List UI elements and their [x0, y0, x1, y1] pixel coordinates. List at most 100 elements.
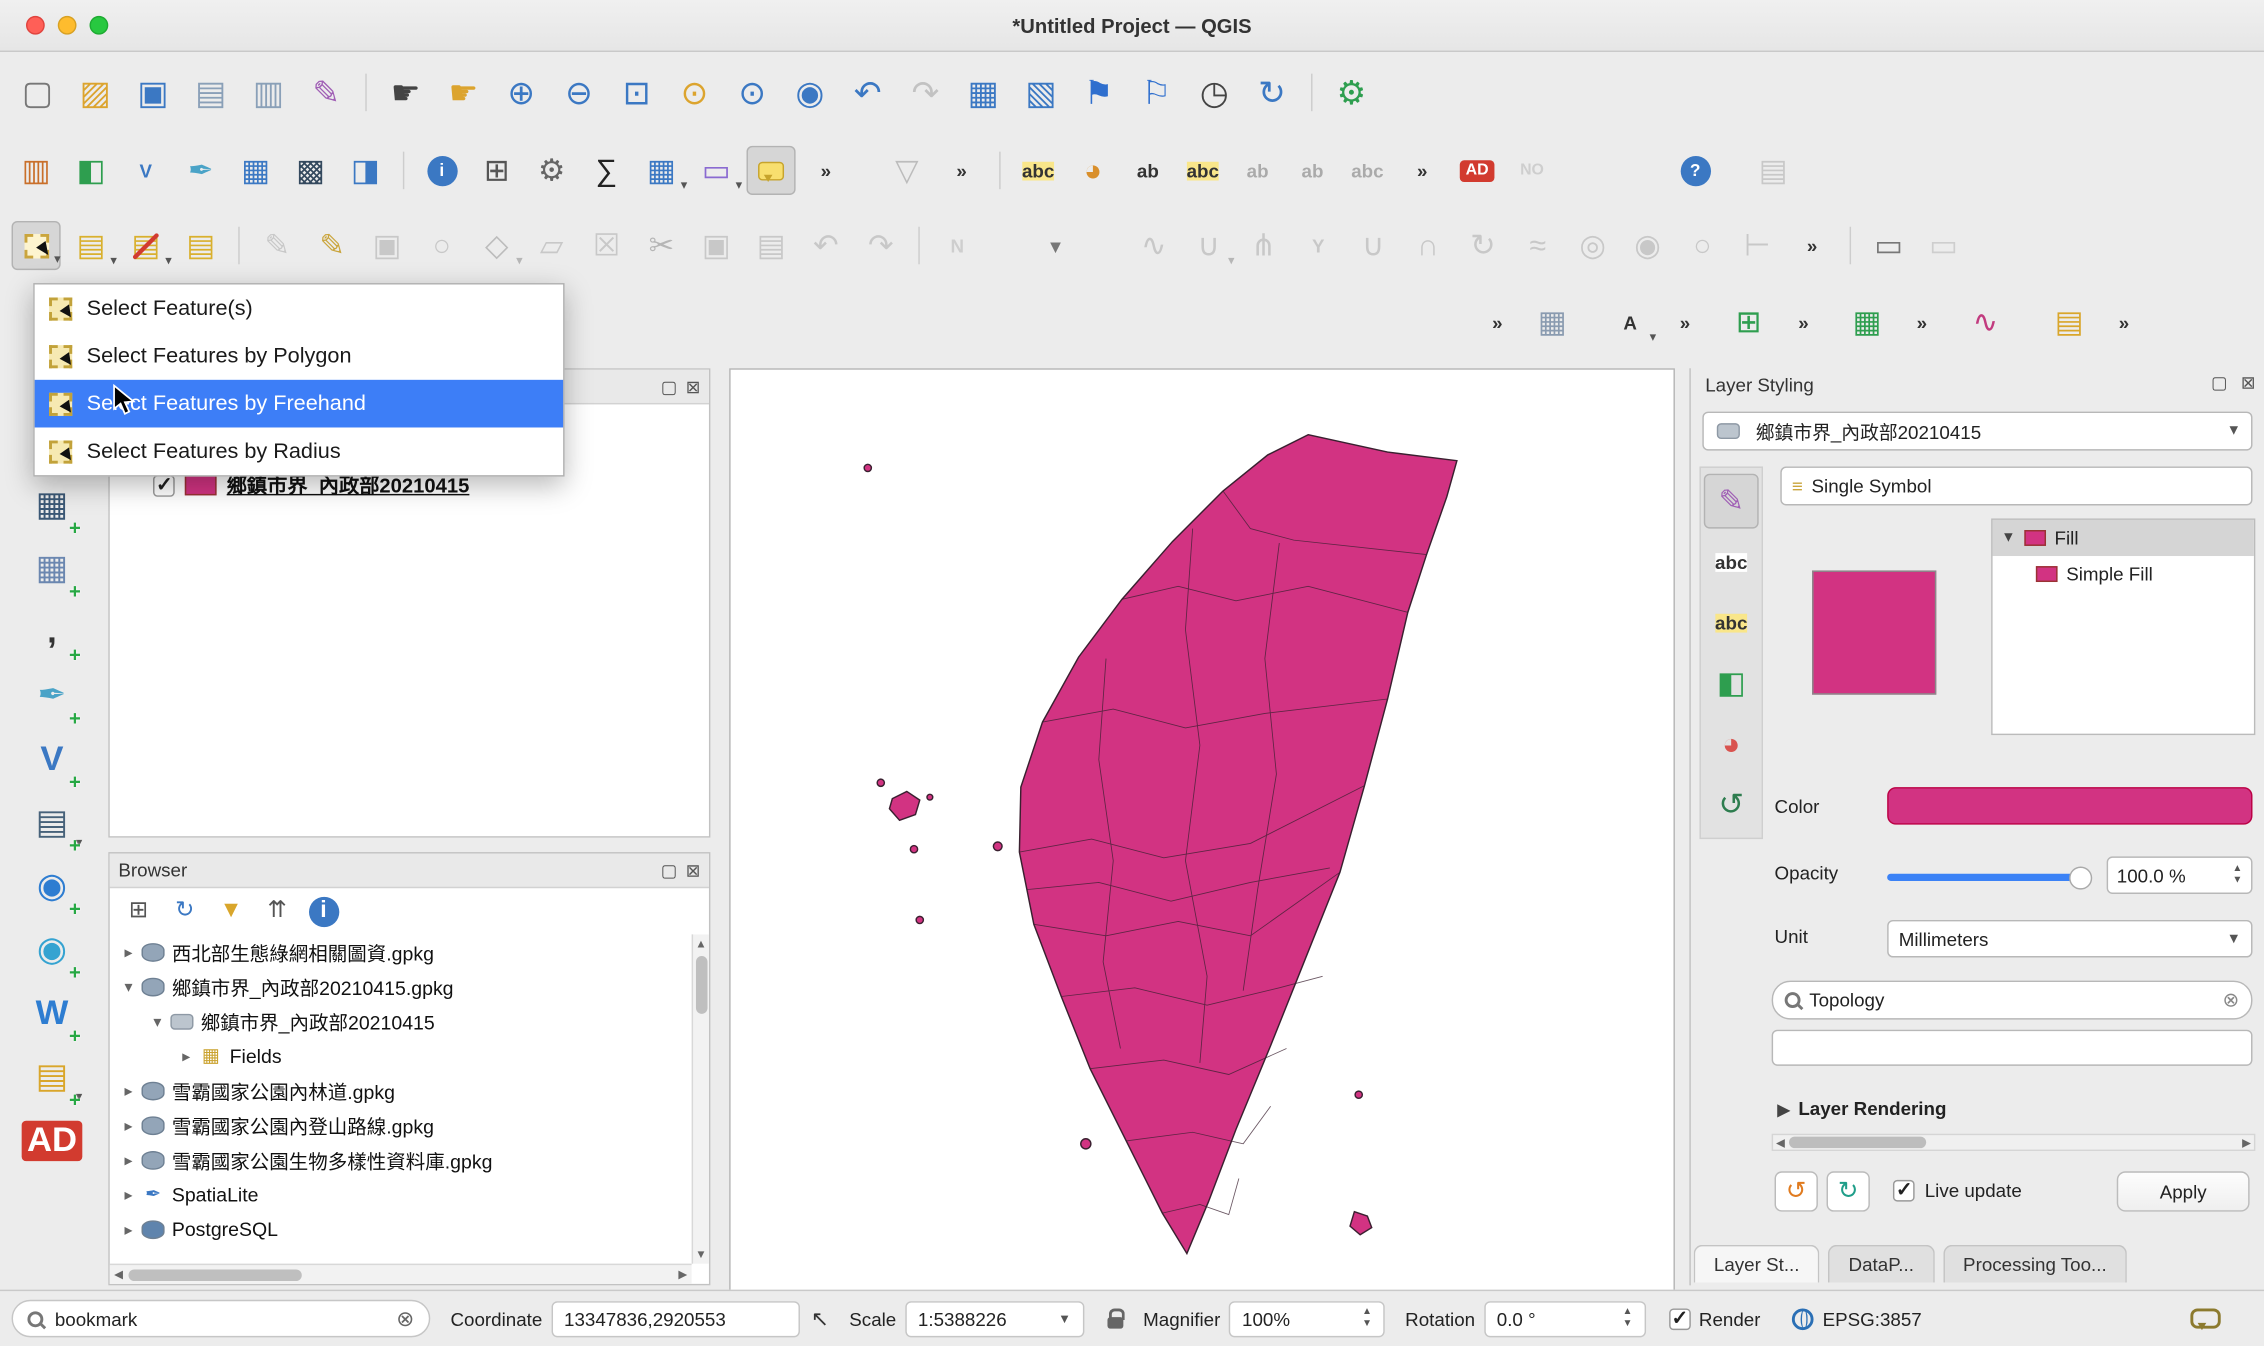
save-layer-edits-icon[interactable]: ▣: [362, 221, 411, 270]
menu-item-select-features-by-radius[interactable]: Select Features by Radius: [35, 427, 563, 475]
expand-arrow-icon[interactable]: ▸: [118, 1220, 138, 1239]
styling-secondary-field[interactable]: [1772, 1030, 2253, 1066]
view-3d-tab-icon[interactable]: ◧: [1704, 656, 1759, 711]
options-icon[interactable]: ⚙: [527, 146, 576, 195]
advanced-digitizing-tools-icon[interactable]: AD: [1453, 146, 1502, 195]
spin-arrows-icon[interactable]: ▲▼: [1362, 1307, 1372, 1329]
toggle-editing-icon[interactable]: ✎: [308, 221, 357, 270]
browser-item[interactable]: ▾鄉鎮市界_內政部20210415: [110, 1004, 692, 1039]
add-virtual-layer-icon[interactable]: V: [23, 731, 81, 789]
browser-item[interactable]: ▾鄉鎮市界_內政部20210415.gpkg: [110, 969, 692, 1004]
plugin-no-icon[interactable]: NO: [1507, 146, 1556, 195]
zoom-native-resolution-icon[interactable]: ◉: [784, 65, 836, 120]
toolbar-overflow-icon[interactable]: »: [937, 146, 986, 195]
chevron-down-icon[interactable]: ▼: [1058, 1311, 1071, 1325]
scale-combobox[interactable]: 1:5388226 ▼: [905, 1301, 1084, 1337]
undo-icon[interactable]: ↶: [801, 221, 850, 270]
color-button[interactable]: [1887, 787, 2252, 825]
float-panel-icon[interactable]: ▢: [661, 376, 677, 396]
history-tab-icon[interactable]: ↺: [1704, 777, 1759, 832]
tab-data-panel[interactable]: DataP...: [1828, 1245, 1934, 1283]
browser-item[interactable]: ▸西北部生態綠網相關圖資.gpkg: [110, 934, 692, 969]
delete-selected-icon[interactable]: ☒: [582, 221, 631, 270]
scrollbar-thumb[interactable]: [695, 956, 707, 1014]
open-attribute-table-icon[interactable]: ▦▾: [637, 146, 686, 195]
split-parts-icon[interactable]: Y: [1294, 221, 1343, 270]
tab-layer-styling[interactable]: Layer St...: [1694, 1245, 1820, 1283]
expand-arrow-icon[interactable]: ▼: [2001, 530, 2015, 546]
add-vector-layer-icon[interactable]: V: [121, 146, 170, 195]
layer-labeling-icon[interactable]: abc: [1014, 146, 1063, 195]
toolbar-overflow-icon[interactable]: »: [1660, 298, 1709, 347]
auto-labeling-icon[interactable]: A▾: [1606, 298, 1655, 347]
toolbar-overflow-icon[interactable]: »: [2099, 298, 2148, 347]
annotations-toolbar-icon[interactable]: ▽: [882, 146, 931, 195]
annotation-tool-icon[interactable]: ▭: [1864, 221, 1913, 270]
raster-tools-icon[interactable]: ▦: [1528, 298, 1577, 347]
add-selected-layers-icon[interactable]: ⊞: [118, 893, 158, 931]
toolbar-overflow-icon[interactable]: »: [1779, 298, 1828, 347]
dropdown-arrow-icon[interactable]: ▾: [1228, 253, 1235, 269]
scroll-left-icon[interactable]: ◀: [1776, 1136, 1785, 1149]
dropdown-arrow-icon[interactable]: ▾: [736, 178, 743, 194]
open-project-icon[interactable]: ▨: [69, 65, 121, 120]
expand-arrow-icon[interactable]: ▸: [118, 1185, 138, 1204]
opacity-spinbox[interactable]: 100.0 % ▲▼: [2107, 856, 2253, 894]
paste-features-icon[interactable]: ▤: [746, 221, 795, 270]
islet[interactable]: [916, 916, 923, 923]
zoom-to-layer-icon[interactable]: ⊙: [726, 65, 778, 120]
rotate-feature-icon[interactable]: ↻: [1458, 221, 1507, 270]
browser-item[interactable]: ▸雪霸國家公園生物多樣性資料庫.gpkg: [110, 1142, 692, 1177]
scroll-left-icon[interactable]: ◀: [114, 1268, 123, 1281]
cut-features-icon[interactable]: ✂: [637, 221, 686, 270]
measure-line-icon[interactable]: ▭▾: [692, 146, 741, 195]
add-oracle-layer-icon[interactable]: ▤▾: [23, 1048, 81, 1106]
penghu-island[interactable]: [889, 791, 919, 820]
merge-attributes-icon[interactable]: ∩: [1403, 221, 1452, 270]
close-panel-icon[interactable]: ⊠: [2241, 373, 2256, 393]
xiaoliuqiu-island[interactable]: [1081, 1139, 1091, 1149]
clear-search-icon[interactable]: ⊗: [2223, 988, 2240, 1013]
dropdown-arrow-icon[interactable]: ▾: [76, 835, 83, 851]
redo-icon[interactable]: ↷: [856, 221, 905, 270]
collapse-all-icon[interactable]: ⇈: [257, 893, 297, 931]
expand-arrow-icon[interactable]: ▸: [118, 1081, 138, 1100]
select-by-expression-icon[interactable]: ▤: [176, 221, 225, 270]
diagrams-tab-icon[interactable]: ◕: [1704, 716, 1759, 771]
chevron-down-icon[interactable]: ▼: [2227, 423, 2241, 439]
layer-diagrams-icon[interactable]: ◕: [1068, 146, 1117, 195]
symbology-tab-icon[interactable]: ✎: [1704, 474, 1759, 529]
new-3d-map-view-icon[interactable]: ▧: [1015, 65, 1067, 120]
offset-curve-icon[interactable]: ∿: [1129, 221, 1178, 270]
toolbar-overflow-icon[interactable]: »: [1473, 298, 1522, 347]
add-arcgis-layer-icon[interactable]: ◉: [23, 921, 81, 979]
new-print-layout-icon[interactable]: ▤: [185, 65, 237, 120]
toolbar-overflow-icon[interactable]: »: [1897, 298, 1946, 347]
crs-globe-icon[interactable]: [1792, 1308, 1814, 1330]
add-vector-layer-icon[interactable]: ▦: [23, 477, 81, 535]
add-mesh-layer-icon[interactable]: ▩: [286, 146, 335, 195]
scroll-right-icon[interactable]: ▶: [678, 1268, 687, 1281]
dropdown-arrow-icon[interactable]: ▾: [1650, 329, 1657, 345]
symbol-tree-simple-fill-row[interactable]: Simple Fill: [1993, 556, 2254, 592]
merge-features-icon[interactable]: ∪: [1349, 221, 1398, 270]
snapping-toggle-icon[interactable]: N: [933, 221, 982, 270]
browser-item[interactable]: ▸▦Fields: [110, 1038, 692, 1073]
spin-arrows-icon[interactable]: ▲▼: [1622, 1307, 1632, 1329]
expand-arrow-icon[interactable]: ▸: [118, 942, 138, 961]
overflow-arrow-icon[interactable]: ▾: [1031, 221, 1080, 270]
scroll-up-icon[interactable]: ▲: [695, 937, 706, 950]
new-map-view-icon[interactable]: ▦: [957, 65, 1009, 120]
trim-extend-icon[interactable]: ⊢: [1733, 221, 1782, 270]
new-project-icon[interactable]: ▢: [12, 65, 64, 120]
magnifier-spinbox[interactable]: 100% ▲▼: [1229, 1301, 1385, 1337]
rotation-spinbox[interactable]: 0.0 ° ▲▼: [1484, 1301, 1646, 1337]
browser-item[interactable]: ▸✒SpatiaLite: [110, 1177, 692, 1212]
render-checkbox[interactable]: [1669, 1308, 1691, 1330]
statistical-summary-icon[interactable]: ∑: [582, 146, 631, 195]
add-ring-icon[interactable]: ◎: [1568, 221, 1617, 270]
toolbar-overflow-icon[interactable]: »: [1788, 221, 1837, 270]
masks-tab-icon[interactable]: abc: [1704, 595, 1759, 650]
styling-search-field[interactable]: Topology ⊗: [1772, 981, 2253, 1020]
map-canvas[interactable]: [729, 368, 1675, 1300]
